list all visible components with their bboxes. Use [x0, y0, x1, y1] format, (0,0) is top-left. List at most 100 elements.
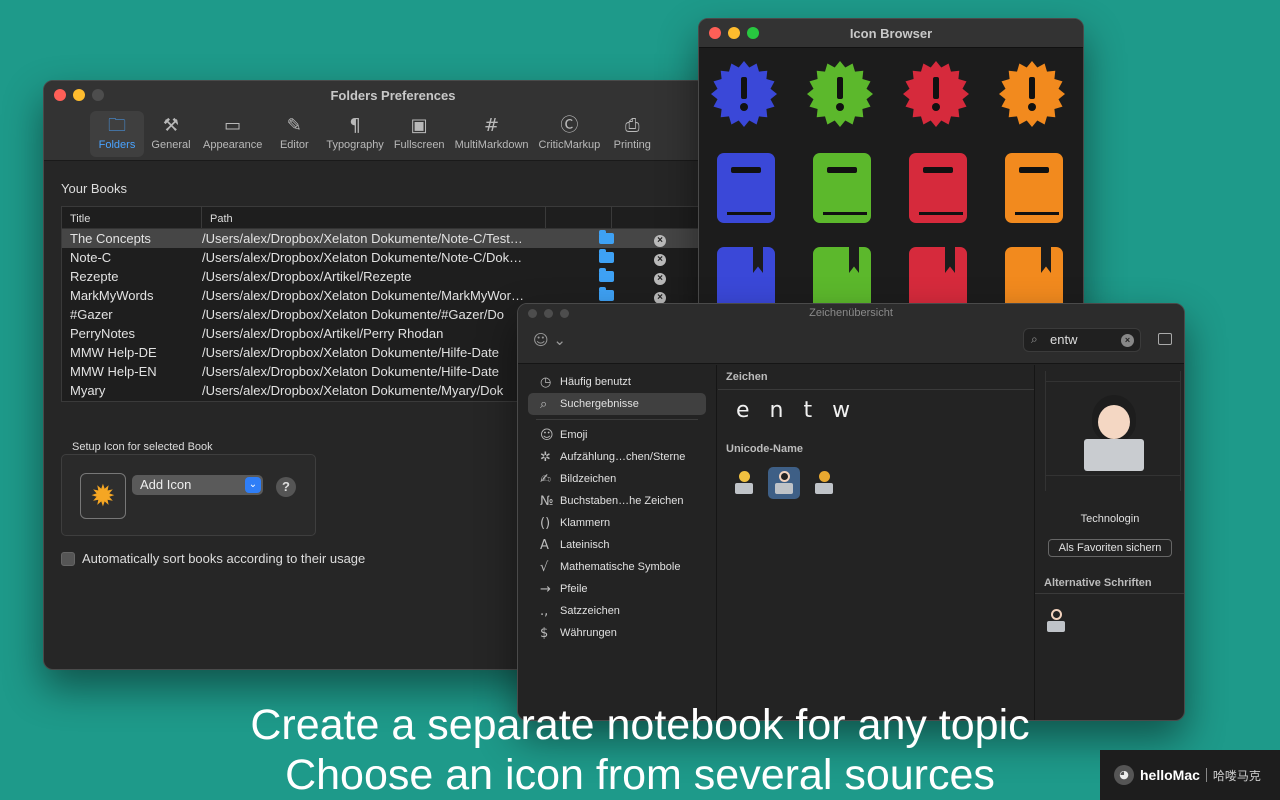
sidebar-item[interactable]: √ Mathematische Symbole — [528, 556, 706, 578]
sun-icon: ✹ — [90, 478, 116, 514]
emoji-menu-icon[interactable]: ☺ ⌄ — [533, 331, 566, 349]
sidebar-item-label: Lateinisch — [560, 539, 610, 551]
technologist-emoji[interactable] — [728, 467, 760, 499]
autosort-checkbox[interactable] — [61, 551, 75, 566]
prefs-toolbar: 🗀 Folders ⚒ General ▭ Appearance ✎ Editor ¶ T… — [90, 111, 659, 157]
tools-icon: ⚒ — [162, 115, 180, 136]
man-technologist-icon — [815, 471, 833, 495]
reveal-folder-button[interactable] — [572, 230, 640, 246]
glyph-result[interactable]: w — [832, 398, 850, 423]
glyph-result[interactable]: t — [804, 398, 813, 423]
remove-icon: × — [654, 234, 666, 247]
sidebar-item[interactable]: № Buchstaben…he Zeichen — [528, 490, 706, 512]
tab-printing[interactable]: ⎙ Printing — [605, 111, 659, 157]
character-preview — [1045, 371, 1181, 491]
sidebar-item-label: Währungen — [560, 627, 617, 639]
help-button[interactable]: ? — [276, 477, 296, 497]
category-icon: № — [540, 493, 554, 509]
sidebar-item[interactable]: → Pfeile — [528, 578, 706, 600]
add-to-favorites-button[interactable]: Als Favoriten sichern — [1048, 539, 1172, 557]
reveal-folder-button[interactable] — [572, 287, 640, 303]
folder-icon — [598, 268, 614, 282]
sidebar-item[interactable]: ☺ Emoji — [528, 424, 706, 446]
tab-label: Appearance — [203, 139, 263, 151]
reveal-folder-button[interactable] — [572, 249, 640, 265]
alert-badge-icon[interactable] — [805, 59, 875, 129]
tab-typography[interactable]: ¶ Typography — [321, 111, 388, 157]
face — [1098, 405, 1130, 439]
head — [819, 471, 830, 482]
remove-book-button[interactable]: × — [640, 250, 680, 266]
book-title: Note-C — [70, 250, 112, 265]
watermark-brand: helloMac — [1140, 767, 1200, 783]
tab-criticmarkup[interactable]: Ⓒ CriticMarkup — [534, 111, 606, 157]
pencil-icon: ✎ — [286, 115, 302, 136]
category-icon: ., — [540, 603, 549, 619]
window-title: Icon Browser — [849, 26, 933, 41]
tab-multimarkdown[interactable]: # MultiMarkdown — [450, 111, 534, 157]
category-icon: ◷ — [540, 374, 552, 390]
alternative-font-glyph[interactable] — [1047, 609, 1065, 633]
book-title: MMW Help-EN — [70, 364, 157, 379]
reveal-folder-button[interactable] — [572, 268, 640, 284]
alert-badge-icon[interactable] — [997, 59, 1067, 129]
category-icon: A — [540, 537, 549, 553]
sidebar-item-label: Buchstaben…he Zeichen — [560, 495, 684, 507]
remove-book-button[interactable]: × — [640, 269, 680, 285]
column-title[interactable]: Title — [62, 207, 202, 228]
prefs-header: Folders Preferences 🗀 Folders ⚒ General ▭ A… — [44, 81, 742, 161]
sidebar-item[interactable]: ✍ Bildzeichen — [528, 468, 706, 490]
search-icon: ⌕ — [1031, 332, 1038, 346]
glyph-result[interactable]: n — [770, 398, 784, 423]
laptop — [815, 483, 833, 494]
icon-browser-window: Icon Browser — [698, 18, 1084, 318]
grid-toggle-icon[interactable] — [1158, 333, 1172, 345]
woman-technologist-emoji[interactable] — [768, 467, 800, 499]
alert-badge-icon[interactable] — [901, 59, 971, 129]
table-row[interactable]: Rezepte/Users/alex/Dropbox/Artikel/Rezep… — [62, 267, 720, 286]
man-technologist-emoji[interactable] — [808, 467, 840, 499]
book-icon[interactable] — [997, 153, 1067, 223]
glyph-result[interactable]: e — [736, 398, 750, 423]
book-icon[interactable] — [709, 153, 779, 223]
results-area: Zeichen entw Unicode-Name — [718, 365, 1034, 720]
sidebar-item-label: Mathematische Symbole — [560, 561, 681, 573]
laptop — [1084, 439, 1144, 471]
remove-book-button[interactable]: × — [640, 288, 680, 304]
book-icon-well[interactable]: ✹ — [80, 473, 126, 519]
column-path[interactable]: Path — [202, 207, 546, 228]
tab-label: Typography — [326, 139, 384, 151]
woman-technologist-small-icon — [1047, 609, 1065, 633]
book-icon[interactable] — [805, 153, 875, 223]
tab-fullscreen[interactable]: ▣ Fullscreen — [389, 111, 450, 157]
icon-browser-titlebar: Icon Browser — [699, 19, 1083, 48]
sidebar-item[interactable]: $ Währungen — [528, 622, 706, 644]
table-row[interactable]: The Concepts/Users/alex/Dropbox/Xelaton … — [62, 229, 720, 248]
sidebar-item[interactable]: () Klammern — [528, 512, 706, 534]
tab-editor[interactable]: ✎ Editor — [267, 111, 321, 157]
sidebar-item[interactable]: ., Satzzeichen — [528, 600, 706, 622]
emoji-results — [718, 461, 1034, 505]
laptop — [1047, 621, 1065, 632]
sidebar-item[interactable]: A Lateinisch — [528, 534, 706, 556]
add-icon-popup[interactable]: Add Icon ⌄ — [132, 475, 263, 495]
table-row[interactable]: Note-C/Users/alex/Dropbox/Xelaton Dokume… — [62, 248, 720, 267]
remove-icon: × — [654, 272, 666, 285]
tab-folders[interactable]: 🗀 Folders — [90, 111, 144, 157]
autosort-option[interactable]: Automatically sort books according to th… — [61, 551, 365, 566]
search-field[interactable]: ⌕ entw × — [1023, 328, 1141, 352]
book-shape — [813, 153, 871, 223]
guide-line — [1046, 381, 1180, 382]
badge-shape — [999, 61, 1065, 127]
clear-search-icon[interactable]: × — [1121, 334, 1134, 347]
sidebar-item[interactable]: ⌕ Suchergebnisse — [528, 393, 706, 415]
remove-book-button[interactable]: × — [640, 231, 680, 247]
tab-appearance[interactable]: ▭ Appearance — [198, 111, 267, 157]
sidebar-item[interactable]: ◷ Häufig benutzt — [528, 371, 706, 393]
sidebar-item[interactable]: ✲ Aufzählung…chen/Sterne — [528, 446, 706, 468]
book-icon[interactable] — [901, 153, 971, 223]
tab-general[interactable]: ⚒ General — [144, 111, 198, 157]
alert-badge-icon[interactable] — [709, 59, 779, 129]
category-icon: ✲ — [540, 449, 551, 465]
head — [1051, 609, 1062, 620]
